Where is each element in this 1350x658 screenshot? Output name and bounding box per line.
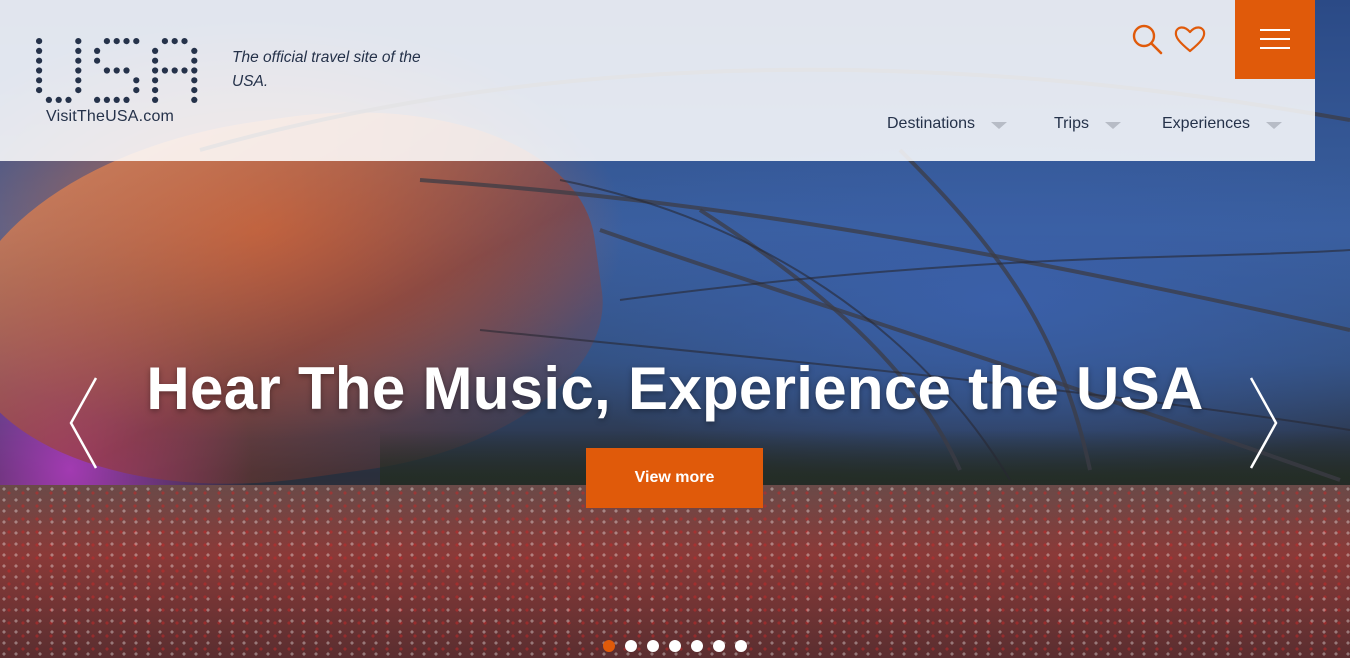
carousel-prev-button[interactable] xyxy=(68,376,98,470)
chevron-down-icon xyxy=(991,121,1008,129)
nav-trips[interactable]: Trips xyxy=(1054,112,1121,136)
logo-text: VisitTheUSA.com xyxy=(46,108,175,125)
nav-experiences[interactable]: Experiences xyxy=(1162,112,1283,136)
view-more-button[interactable]: View more xyxy=(586,448,763,508)
nav-destinations-label: Destinations xyxy=(887,115,976,132)
nav-trips-label: Trips xyxy=(1054,115,1089,132)
chevron-down-icon xyxy=(1104,121,1121,129)
hero-headline: Hear The Music, Experience the USA xyxy=(146,355,1204,422)
carousel-dot[interactable] xyxy=(691,640,703,652)
site-header: VisitTheUSA.com The official travel site… xyxy=(0,0,1315,161)
nav-experiences-label: Experiences xyxy=(1162,115,1251,132)
carousel-pagination xyxy=(603,640,747,652)
chevron-down-icon xyxy=(1266,121,1283,129)
carousel-dot[interactable] xyxy=(625,640,637,652)
nav-destinations[interactable]: Destinations xyxy=(887,112,1008,136)
site-tagline: The official travel site of the USA. xyxy=(232,49,421,90)
usa-dot-logo-icon xyxy=(36,38,198,103)
carousel-dot[interactable] xyxy=(735,640,747,652)
site-logo[interactable]: VisitTheUSA.com xyxy=(34,34,204,130)
carousel-dot[interactable] xyxy=(713,640,725,652)
carousel-dot[interactable] xyxy=(603,640,615,652)
chevron-right-icon xyxy=(1249,377,1278,469)
hamburger-menu-button[interactable] xyxy=(1235,0,1315,79)
chevron-left-icon xyxy=(69,377,98,469)
hamburger-menu-icon xyxy=(1260,29,1290,31)
search-icon[interactable] xyxy=(1130,22,1164,56)
carousel-dot[interactable] xyxy=(669,640,681,652)
carousel-next-button[interactable] xyxy=(1249,376,1279,470)
heart-icon[interactable] xyxy=(1173,22,1207,56)
carousel-dot[interactable] xyxy=(647,640,659,652)
